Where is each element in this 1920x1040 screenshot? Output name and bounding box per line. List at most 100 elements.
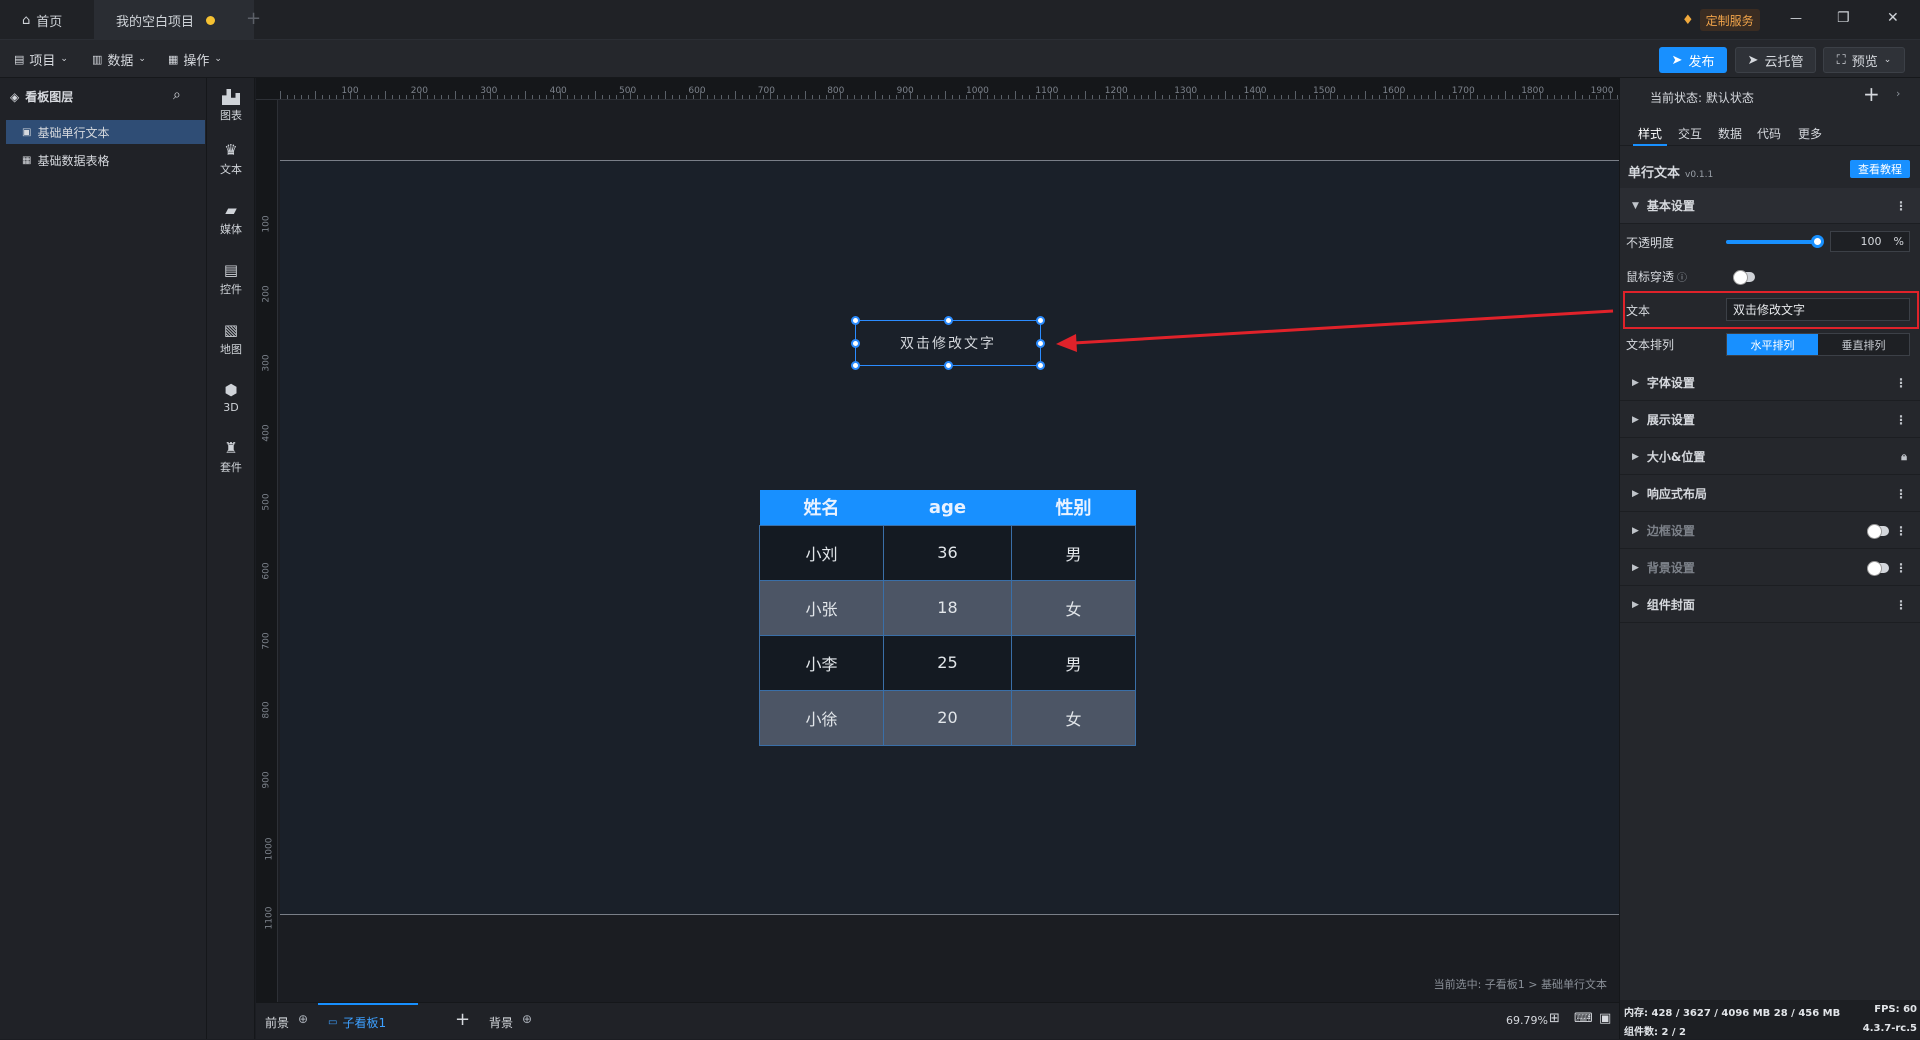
- caret-right-icon: ▶: [1632, 599, 1639, 610]
- preview-button[interactable]: ⛶ 预览 ⌄: [1823, 47, 1905, 73]
- section-border[interactable]: ▶ 边框设置 ⋮: [1620, 513, 1920, 549]
- annotation-arrow: [1056, 309, 1614, 352]
- layout-horizontal-button[interactable]: 水平排列: [1727, 334, 1818, 355]
- caret-right-icon: ▶: [1632, 562, 1639, 573]
- tab-subboard[interactable]: ▭ 子看板1: [318, 1003, 418, 1040]
- ruler-label: 500: [261, 493, 272, 511]
- mouse-pass-row: 鼠标穿透 ⓘ: [1620, 259, 1920, 293]
- menu-data[interactable]: ▥ 数据 ⌄: [92, 40, 146, 78]
- ruler-label: 500: [619, 86, 637, 96]
- bottom-bar: 前景 ⊕ ▭ 子看板1 + 背景 ⊕ 69.79% ⊞ ⌨ ▣: [256, 1002, 1619, 1039]
- ruler-label: 1000: [966, 86, 989, 96]
- close-icon[interactable]: ✕: [1887, 10, 1899, 26]
- toolbox-map[interactable]: ▧ 地图: [207, 313, 255, 365]
- toolbox-kit[interactable]: ♜ 套件: [207, 431, 255, 483]
- add-subboard-icon[interactable]: +: [455, 1009, 470, 1030]
- section-display[interactable]: ▶ 展示设置 ⋮: [1620, 402, 1920, 438]
- ruler-label: 700: [757, 86, 775, 96]
- terminal-icon[interactable]: ▣: [1599, 1011, 1611, 1026]
- new-tab-icon[interactable]: +: [246, 8, 261, 29]
- section-font[interactable]: ▶ 字体设置 ⋮: [1620, 365, 1920, 401]
- resize-handle[interactable]: [1036, 316, 1045, 325]
- opacity-slider[interactable]: [1726, 235, 1824, 248]
- resize-handle[interactable]: [851, 361, 860, 370]
- component-toolbar: 图表 ♛ 文本 ▰ 媒体 ▤ 控件 ▧ 地图 ⬢ 3D ♜ 套件: [207, 78, 255, 1039]
- resize-handle[interactable]: [1036, 339, 1045, 348]
- text-input[interactable]: [1726, 298, 1910, 321]
- more-icon[interactable]: ⋮: [1895, 487, 1907, 501]
- custom-service-button[interactable]: ♦ 定制服务: [1682, 9, 1760, 31]
- keyboard-icon[interactable]: ⌨: [1574, 1011, 1593, 1026]
- tutorial-button[interactable]: 查看教程: [1850, 160, 1910, 178]
- background-tab[interactable]: 背景: [489, 1014, 513, 1031]
- panel-tabs: 样式 交互 数据 代码 更多: [1620, 122, 1920, 146]
- chevron-down-icon: ⌄: [1883, 55, 1892, 65]
- resize-handle[interactable]: [851, 339, 860, 348]
- tab-project[interactable]: 我的空白项目: [94, 0, 254, 40]
- tab-interact[interactable]: 交互: [1678, 125, 1702, 142]
- toolbox-media[interactable]: ▰ 媒体: [207, 193, 255, 245]
- search-icon[interactable]: ⌕: [173, 87, 181, 103]
- toolbox-chart[interactable]: 图表: [207, 80, 255, 132]
- help-icon[interactable]: ⓘ: [1677, 269, 1687, 284]
- table-cell: 女: [1011, 689, 1136, 746]
- table-cell: 男: [1011, 524, 1136, 581]
- foreground-tab[interactable]: 前景: [265, 1014, 289, 1031]
- tab-code[interactable]: 代码: [1757, 125, 1781, 142]
- layer-panel-header: ◈ 看板图层: [10, 89, 74, 105]
- toolbox-3d[interactable]: ⬢ 3D: [207, 371, 255, 423]
- more-icon[interactable]: ⋮: [1895, 561, 1907, 575]
- resize-handle[interactable]: [944, 316, 953, 325]
- minimize-icon[interactable]: —: [1790, 11, 1802, 25]
- menu-project[interactable]: ▤ 项目 ⌄: [14, 40, 68, 78]
- publish-button[interactable]: ➤ 发布: [1659, 47, 1727, 73]
- cloud-host-button[interactable]: ➤ 云托管: [1735, 47, 1816, 73]
- tab-data[interactable]: 数据: [1718, 125, 1742, 142]
- section-basic[interactable]: ▼ 基本设置 ⋮: [1620, 188, 1920, 224]
- restore-icon[interactable]: ❐: [1837, 10, 1850, 26]
- layout-vertical-button[interactable]: 垂直排列: [1818, 334, 1909, 355]
- menu-operate[interactable]: ▦ 操作 ⌄: [168, 40, 222, 78]
- send-icon: ➤: [1747, 52, 1759, 68]
- layer-item-text[interactable]: ▣ 基础单行文本: [6, 120, 205, 144]
- border-toggle[interactable]: [1867, 524, 1889, 539]
- resize-handle[interactable]: [851, 316, 860, 325]
- opacity-row: 不透明度 100%: [1620, 225, 1920, 259]
- table-cell: 20: [882, 689, 1013, 746]
- chevron-right-icon[interactable]: ›: [1896, 87, 1900, 100]
- more-icon[interactable]: ⋮: [1895, 524, 1907, 538]
- section-cover[interactable]: ▶ 组件封面 ⋮: [1620, 587, 1920, 623]
- fit-screen-icon[interactable]: ⊞: [1549, 1011, 1560, 1026]
- add-state-icon[interactable]: +: [1863, 82, 1880, 106]
- more-icon[interactable]: ⋮: [1895, 598, 1907, 612]
- database-icon: ▥: [92, 52, 103, 66]
- mouse-pass-toggle[interactable]: [1733, 270, 1755, 285]
- opacity-input[interactable]: 100%: [1830, 231, 1910, 252]
- more-icon[interactable]: ⋮: [1895, 413, 1907, 427]
- tab-style[interactable]: 样式: [1638, 125, 1662, 142]
- resize-handle[interactable]: [1036, 361, 1045, 370]
- text-component[interactable]: 双击修改文字: [851, 316, 1045, 370]
- title-bar: ⌂ 首页 我的空白项目 + ♦ 定制服务 — ❐ ✕: [0, 0, 1920, 40]
- tab-more[interactable]: 更多: [1798, 125, 1822, 142]
- table-body: 小刘 36 男小张 18 女小李 25 男小徐 20 女: [759, 524, 1136, 746]
- resize-handle[interactable]: [944, 361, 953, 370]
- section-background[interactable]: ▶ 背景设置 ⋮: [1620, 550, 1920, 586]
- current-state: 当前状态: 默认状态: [1650, 91, 1754, 105]
- section-size-position[interactable]: ▶ 大小&位置 🔒︎: [1620, 439, 1920, 475]
- add-foreground-icon[interactable]: ⊕: [298, 1012, 308, 1026]
- more-icon[interactable]: ⋮: [1895, 199, 1907, 213]
- add-background-icon[interactable]: ⊕: [522, 1012, 532, 1026]
- toolbox-text[interactable]: ♛ 文本: [207, 133, 255, 185]
- section-responsive[interactable]: ▶ 响应式布局 ⋮: [1620, 476, 1920, 512]
- toolbox-controls[interactable]: ▤ 控件: [207, 253, 255, 305]
- data-table[interactable]: 姓名 age 性别 小刘 36 男小张 18 女小李 25 男小徐 20 女: [759, 490, 1136, 746]
- more-icon[interactable]: ⋮: [1895, 376, 1907, 390]
- map-icon: ▧: [223, 321, 239, 339]
- lock-icon[interactable]: 🔒︎: [1901, 450, 1907, 464]
- slider-knob[interactable]: [1811, 235, 1824, 248]
- background-toggle[interactable]: [1867, 561, 1889, 576]
- tab-home[interactable]: ⌂ 首页: [0, 0, 84, 40]
- table-row: 小刘 36 男: [759, 524, 1136, 581]
- layer-item-table[interactable]: ▦ 基础数据表格: [6, 148, 205, 172]
